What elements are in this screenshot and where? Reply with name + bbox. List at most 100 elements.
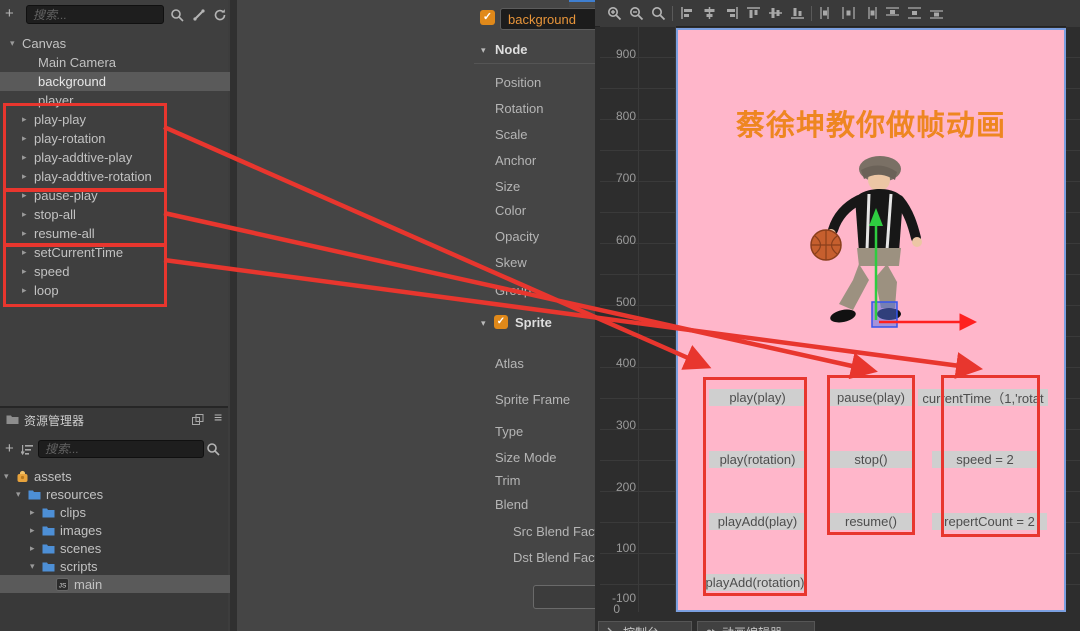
align-left-icon[interactable] xyxy=(676,4,698,22)
node-active-checkbox[interactable]: ✓ xyxy=(480,10,495,25)
tree-item-canvas[interactable]: ▾ Canvas xyxy=(0,34,238,53)
editor-window: + ▾ Canvas Main Camera background player… xyxy=(0,0,1080,631)
color-label: Color xyxy=(495,203,527,218)
tree-item-label: Canvas xyxy=(22,36,67,51)
scene-button-resume[interactable]: resume() xyxy=(827,513,915,530)
distribute-v-center-icon[interactable] xyxy=(903,4,925,22)
expand-icon: ▸ xyxy=(22,266,27,276)
align-v-center-icon[interactable] xyxy=(764,4,786,22)
panel-folder-icon xyxy=(6,413,19,425)
refresh-icon[interactable] xyxy=(213,8,227,22)
grid-line xyxy=(638,26,639,612)
tree-item-play-addtive-rotation[interactable]: ▸ play-addtive-rotation xyxy=(0,167,250,186)
collapse-icon[interactable]: ▾ xyxy=(481,45,486,56)
distribute-bottom-icon[interactable] xyxy=(925,4,947,22)
tree-item-label: pause-play xyxy=(34,188,98,203)
scene-button-pause-play[interactable]: pause(play) xyxy=(827,389,915,406)
hierarchy-search-input[interactable] xyxy=(26,5,164,24)
asset-item-clips[interactable]: ▸ clips xyxy=(0,503,258,521)
add-node-button[interactable]: + xyxy=(5,6,14,22)
collapse-icon: ▾ xyxy=(10,38,15,48)
tree-item-resume-all[interactable]: ▸ resume-all xyxy=(0,224,250,243)
ruler-label: 100 xyxy=(615,541,636,555)
scene-button-playadd-play[interactable]: playAdd(play) xyxy=(709,513,806,530)
console-icon xyxy=(607,627,618,631)
tree-item-label: play-rotation xyxy=(34,131,106,146)
tree-item-label: play-play xyxy=(34,112,87,127)
sprite-section-title: Sprite xyxy=(515,315,552,330)
asset-label: scripts xyxy=(60,558,98,574)
collapse-icon[interactable]: ▾ xyxy=(481,318,486,329)
tab-animation-editor[interactable]: 动画编辑器 xyxy=(697,621,815,631)
asset-item-scripts[interactable]: ▾ scripts xyxy=(0,557,258,575)
assets-search-input[interactable] xyxy=(38,440,204,458)
sort-icon[interactable] xyxy=(21,444,34,456)
ruler-label: 800 xyxy=(615,109,636,123)
align-top-icon[interactable] xyxy=(742,4,764,22)
tree-item-loop[interactable]: ▸ loop xyxy=(0,281,250,300)
tree-item-play-play[interactable]: ▸ play-play xyxy=(0,110,250,129)
tree-item-label: play-addtive-rotation xyxy=(34,169,152,184)
tree-item-speed[interactable]: ▸ speed xyxy=(0,262,250,281)
asset-item-scenes[interactable]: ▸ scenes xyxy=(0,539,258,557)
asset-item-resources[interactable]: ▾ resources xyxy=(0,485,244,503)
popout-icon[interactable] xyxy=(192,414,204,425)
scene-button-play-play[interactable]: play(play) xyxy=(709,389,806,406)
player-sprite[interactable] xyxy=(795,152,945,332)
scene-button-playadd-rotation[interactable]: playAdd(rotation) xyxy=(703,574,807,591)
tree-item-label: background xyxy=(38,74,106,89)
search-icon[interactable] xyxy=(206,442,220,456)
tree-item-stop-all[interactable]: ▸ stop-all xyxy=(0,205,250,224)
tree-item-player[interactable]: player xyxy=(0,91,266,110)
divider xyxy=(672,5,673,21)
asset-label: assets xyxy=(34,468,72,484)
align-bottom-icon[interactable] xyxy=(786,4,808,22)
align-right-icon[interactable] xyxy=(720,4,742,22)
align-h-center-icon[interactable] xyxy=(698,4,720,22)
tree-item-label: Main Camera xyxy=(38,55,117,70)
collapse-icon: ▾ xyxy=(30,560,35,571)
scene-button-speed[interactable]: speed = 2 xyxy=(932,451,1038,468)
zoom-reset-icon[interactable] xyxy=(647,4,669,22)
tree-item-pause-play[interactable]: ▸ pause-play xyxy=(0,186,250,205)
expand-icon: ▸ xyxy=(22,228,27,238)
tab-label: 控制台 xyxy=(623,624,659,631)
scene-button-setcurrenttime[interactable]: currentTime（1,'rotat xyxy=(918,389,1048,406)
scene-button-repertcount[interactable]: repertCount = 2 xyxy=(932,513,1047,530)
collapse-icon: ▾ xyxy=(16,488,21,499)
zoom-in-icon[interactable] xyxy=(603,4,625,22)
collapse-icon: ▾ xyxy=(4,470,9,481)
tree-item-setcurrenttime[interactable]: ▸ setCurrentTime xyxy=(0,243,250,262)
tree-item-label: setCurrentTime xyxy=(34,245,124,260)
hierarchy-panel: + ▾ Canvas Main Camera background player… xyxy=(0,0,266,406)
asset-item-images[interactable]: ▸ images xyxy=(0,521,258,539)
expand-icon: ▸ xyxy=(22,209,27,219)
tab-label: 动画编辑器 xyxy=(722,624,782,631)
zoom-out-icon[interactable] xyxy=(625,4,647,22)
distribute-left-icon[interactable] xyxy=(815,4,837,22)
add-asset-button[interactable]: + xyxy=(5,441,14,457)
ruler-label: 300 xyxy=(615,418,636,432)
scene-button-play-rotation[interactable]: play(rotation) xyxy=(709,451,806,468)
distribute-right-icon[interactable] xyxy=(859,4,881,22)
position-label: Position xyxy=(495,75,542,90)
tree-item-background[interactable]: background xyxy=(0,72,266,91)
asset-item-assets[interactable]: ▾ assets xyxy=(0,467,232,485)
folder-icon xyxy=(28,489,41,500)
inspector-panel: ✓ background + ▾ Node Position X 0 ▲▼ Y … xyxy=(230,0,832,631)
tree-item-play-rotation[interactable]: ▸ play-rotation xyxy=(0,129,250,148)
node-section-title: Node xyxy=(495,42,528,57)
animation-editor-icon xyxy=(706,627,717,631)
search-icon[interactable] xyxy=(170,8,184,22)
distribute-h-center-icon[interactable] xyxy=(837,4,859,22)
sprite-enabled-checkbox[interactable]: ✓ xyxy=(494,315,508,329)
expand-all-icon[interactable] xyxy=(192,8,206,22)
panel-menu-icon[interactable]: ≡ xyxy=(214,409,222,425)
scene-button-stop[interactable]: stop() xyxy=(827,451,915,468)
folder-icon xyxy=(42,507,55,518)
asset-label: scenes xyxy=(60,540,102,556)
tab-console[interactable]: 控制台 xyxy=(598,621,692,631)
tree-item-main-camera[interactable]: Main Camera xyxy=(0,53,266,72)
distribute-top-icon[interactable] xyxy=(881,4,903,22)
tree-item-play-addtive-play[interactable]: ▸ play-addtive-play xyxy=(0,148,250,167)
